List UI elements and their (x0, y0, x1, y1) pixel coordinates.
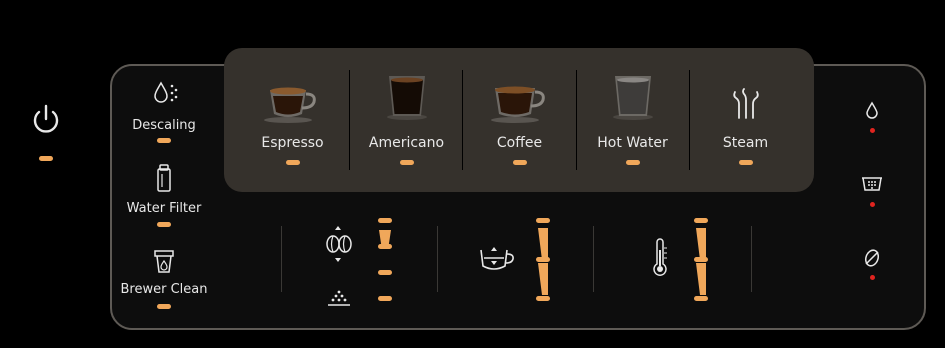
descaling-button[interactable]: Descaling (108, 80, 220, 145)
espresso-button[interactable]: Espresso (236, 48, 349, 192)
water-filter-icon (157, 164, 171, 192)
divider (281, 226, 282, 292)
level-led (378, 296, 392, 301)
level-led (378, 244, 392, 249)
level-led (694, 218, 708, 223)
level-led (536, 296, 550, 301)
water-drop-icon (866, 101, 878, 119)
thermometer-icon (653, 238, 667, 276)
coffee-button[interactable]: Coffee (463, 48, 576, 192)
divider (593, 226, 594, 292)
americano-cup-icon (387, 76, 427, 120)
level-led (378, 218, 392, 223)
beverage-panel: Espresso Americano Coffee Hot Water Stea… (224, 48, 814, 192)
alert-dot (870, 128, 875, 133)
level-led (694, 296, 708, 301)
cup-volume-button[interactable] (476, 242, 516, 274)
alert-dot (870, 202, 875, 207)
steam-led (739, 160, 753, 165)
cup-volume-icon (480, 247, 514, 270)
power-led (39, 156, 53, 161)
descaling-led (157, 138, 171, 143)
level-led (536, 218, 550, 223)
temperature-button[interactable] (650, 238, 670, 278)
grounds-container-icon (862, 177, 882, 191)
power-button[interactable] (26, 100, 66, 170)
americano-button[interactable]: Americano (350, 48, 463, 192)
brewer-clean-icon (154, 250, 174, 273)
level-led (694, 257, 708, 262)
brewer-clean-label: Brewer Clean (120, 282, 208, 297)
steam-button[interactable]: Steam (689, 48, 802, 192)
brewer-clean-button[interactable]: Brewer Clean (108, 248, 220, 314)
espresso-led (286, 160, 300, 165)
divider (437, 226, 438, 292)
hot-water-cup-icon (613, 76, 653, 120)
americano-label: Americano (368, 135, 445, 151)
brewer-clean-led (157, 304, 171, 309)
water-filter-led (157, 222, 171, 227)
hot-water-led (626, 160, 640, 165)
coffee-led (513, 160, 527, 165)
power-icon (33, 104, 59, 133)
grounds-container-indicator (860, 174, 884, 210)
descaling-label: Descaling (132, 118, 196, 133)
alert-dot (870, 275, 875, 280)
ground-coffee-icon (328, 290, 350, 306)
bean-strength-icon (326, 226, 352, 262)
steam-icon (733, 88, 759, 119)
bean-hopper-indicator (861, 248, 883, 284)
level-led (536, 257, 550, 262)
espresso-label: Espresso (261, 135, 324, 151)
ground-coffee-button[interactable] (326, 288, 352, 308)
americano-led (400, 160, 414, 165)
no-beans-icon (864, 249, 880, 267)
water-filter-label: Water Filter (126, 201, 202, 216)
descaling-icon (154, 81, 178, 103)
water-tank-indicator (862, 100, 882, 136)
aroma-strength-button[interactable] (318, 224, 358, 264)
hot-water-button[interactable]: Hot Water (576, 48, 689, 192)
level-led (378, 270, 392, 275)
divider (751, 226, 752, 292)
hot-water-label: Hot Water (597, 135, 668, 151)
espresso-cup-icon (264, 87, 316, 123)
steam-label: Steam (722, 135, 769, 151)
coffee-label: Coffee (496, 135, 543, 151)
water-filter-button[interactable]: Water Filter (108, 163, 220, 231)
coffee-cup-icon (491, 86, 545, 123)
